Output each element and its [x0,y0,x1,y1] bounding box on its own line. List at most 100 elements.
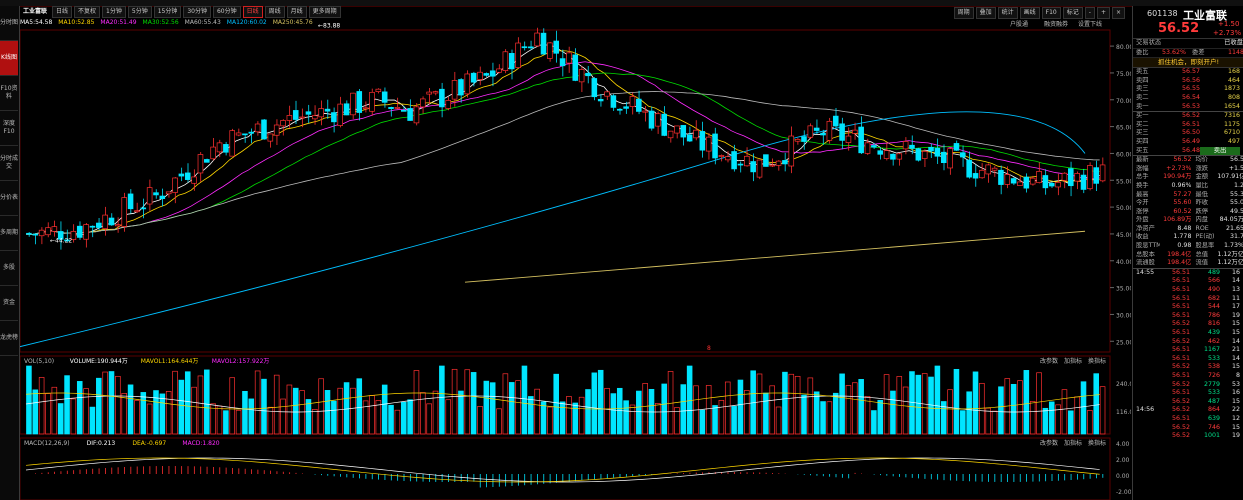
last-price: 56.52 [1158,21,1200,36]
stat-value: 8.48 [1177,224,1192,232]
sidebar-item[interactable]: 分时图 [0,6,18,41]
stat-value: 106.89万 [1163,216,1192,224]
candle-body [134,210,140,213]
candle-body [1074,173,1080,182]
sidebar-item[interactable]: 龙虎榜 [0,321,18,356]
volume-bar [1068,410,1074,435]
sidebar-item[interactable]: 深度F10 [0,111,18,146]
candle-body [744,155,750,167]
volume-bar [826,401,833,435]
candle-body [1010,178,1017,184]
volume-bar [655,403,661,435]
volume-bar [839,373,845,435]
panel-button[interactable]: 改参数 [1040,439,1058,447]
volume-bar [502,373,509,435]
tick-volume: 538 [1207,363,1220,371]
ask-row: 卖五 56.57 168 [1133,68,1243,77]
sub-toolbar-button[interactable]: 设置下线 [1078,20,1102,28]
candle-body [489,70,496,77]
volume-bar [871,410,877,435]
sidebar-item[interactable]: K线图 [0,41,18,76]
candle-body [979,169,985,179]
volume-bar [445,399,451,435]
stat-label: 股息率 [1195,242,1215,250]
volume-bar [699,409,706,435]
sidebar-item[interactable]: F10资料 [0,76,18,111]
volume-bar [731,406,737,435]
volume-bar [89,406,96,435]
candle-body [604,91,610,97]
tick-row: 56.51 682 11 [1133,295,1243,304]
candle-body [763,154,769,167]
tick-count: 15 [1231,329,1240,336]
candle-body [400,110,407,112]
tick-row: 56.51 533 14 [1133,355,1243,364]
volume-bar [1074,396,1080,435]
volume-bar [1080,381,1087,435]
volume-bar [852,382,858,435]
tick-time [1133,295,1164,304]
ask-volume: 1873 [1223,85,1240,93]
candle-body [356,91,363,113]
volume-legend-item: MAVOL1:164.644万 [141,358,199,365]
volume-bar [229,377,235,435]
sidebar-item[interactable]: 分时成交 [0,146,18,181]
promo-banner[interactable]: 抓住机会，即刻开户! [1133,58,1243,69]
stat-label: 量比 [1195,181,1209,189]
tick-time [1133,415,1164,424]
volume-bar [578,396,585,435]
volume-bar [724,381,731,435]
tick-time: 14:55 [1136,268,1155,276]
ask-volume: 168 [1227,68,1240,76]
tick-count: 15 [1231,423,1240,431]
stat-label: 最低 [1195,190,1209,198]
volume-bar [121,393,127,435]
bid-label: 买二 [1136,120,1149,128]
stat-value: 0.96% [1171,181,1192,189]
stat-row: 最新 56.52 均价 56.5 [1133,156,1243,165]
sub-toolbar-button[interactable]: 融资融券 [1044,20,1068,28]
volume-bar [184,371,191,435]
panel-button[interactable]: 改参数 [1040,357,1058,365]
stat-value: 56.52 [1173,156,1192,164]
stat-value: 60.52 [1173,207,1192,215]
volume-axis-label: 116.00 [1116,409,1131,416]
sub-toolbar-button[interactable]: 户股通 [1010,20,1028,28]
sidebar-item[interactable]: 多周期 [0,216,18,251]
bid-volume[interactable]: 卖出 [1200,146,1240,156]
volume-bar [134,400,140,435]
stat-label: 昨收 [1195,199,1209,207]
tick-count: 16 [1231,389,1240,397]
panel-button[interactable]: 加指标 [1064,439,1082,447]
stats-table: 最新 56.52 均价 56.5 涨幅 +2.73% 涨跌 +1.5 总手 190.94万 金额 10… [1133,155,1243,268]
ask-price: 56.54 [1181,93,1200,101]
panel-button[interactable]: 换指标 [1088,439,1106,447]
candle-body [940,151,947,163]
tick-volume: 864 [1207,406,1220,414]
sidebar-item[interactable]: 分价表 [0,181,18,216]
volume-bar [337,387,343,435]
candle-body [934,147,941,157]
stat-label: 涨停 [1136,207,1149,215]
tick-price: 56.51 [1171,354,1190,362]
candle-body [432,91,439,94]
tick-count: 14 [1231,277,1240,285]
volume-bar [400,401,407,435]
sidebar-item[interactable]: 多股 [0,251,18,286]
price-axis-label: 60.00 [1116,151,1131,158]
tick-count: 12 [1231,414,1240,422]
stat-value: 198.4亿 [1167,259,1192,267]
volume-bar [235,409,242,435]
stat-label: 流值 [1195,259,1209,267]
tick-time [1133,363,1164,372]
candle-body [794,139,801,142]
tick-price: 56.52 [1171,432,1190,440]
sidebar-item[interactable]: 资金 [0,286,18,321]
panel-button[interactable]: 换指标 [1088,357,1106,365]
volume-bar [115,375,121,435]
kline-chart[interactable]: 80.0075.0070.0065.0060.0055.0050.0045.00… [20,6,1131,500]
panel-button[interactable]: 加指标 [1064,357,1082,365]
candle-body [921,151,928,159]
volume-bar [32,389,39,435]
volume-bar [242,391,248,435]
